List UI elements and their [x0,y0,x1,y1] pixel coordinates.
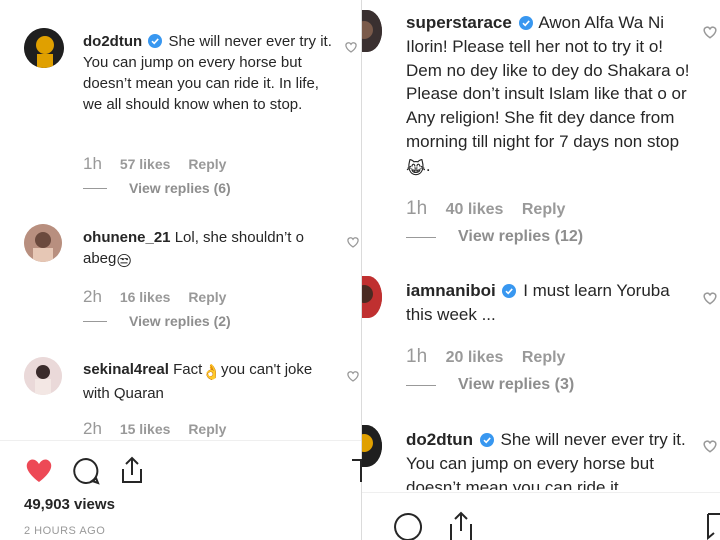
reply-button[interactable]: Reply [188,421,226,437]
comment-meta: 1h 57 likes Reply [83,154,240,174]
view-replies-label[interactable]: View replies (2) [129,313,231,329]
avatar[interactable] [24,357,62,395]
posted-time: 2 HOURS AGO [24,525,106,537]
replies-divider [406,384,436,386]
avatar[interactable] [362,10,382,52]
post-action-bar: 49,903 views 2 HOURS AGO [0,440,362,540]
replies-divider [406,236,436,238]
comment-username[interactable]: sekinal4real [83,361,169,378]
left-panel: do2dtun She will never ever try it. You … [0,0,362,540]
reply-button[interactable]: Reply [522,201,566,218]
verified-badge-icon [502,284,517,298]
heart-icon[interactable] [362,511,372,537]
like-heart-icon[interactable] [346,235,360,249]
like-heart-icon[interactable] [702,290,718,306]
comment-username[interactable]: iamnaniboi [406,281,496,300]
comment-time: 1h [406,198,428,219]
replies-divider [83,320,107,322]
post-action-bar [362,492,720,540]
view-replies[interactable]: View replies (6) [83,180,231,196]
replies-divider [83,187,107,189]
comment-text: do2dtun She will never ever try it. You … [406,428,691,490]
like-heart-icon[interactable] [344,40,358,54]
right-panel: superstarace Awon Alfa Wa Ni Ilorin! Ple… [362,0,720,540]
view-replies-label[interactable]: View replies (6) [129,180,231,196]
comment-username[interactable]: ohunene_21 [83,229,171,246]
comment-text: superstarace Awon Alfa Wa Ni Ilorin! Ple… [406,11,691,181]
like-heart-icon[interactable] [702,438,718,454]
view-replies[interactable]: View replies (3) [406,376,574,394]
like-heart-icon[interactable] [702,24,718,40]
reply-button[interactable]: Reply [522,349,566,366]
comment-text: sekinal4real Fact👌you can't joke with Qu… [83,359,338,404]
comment-meta: 1h 40 likes Reply [406,198,579,220]
comment-likes[interactable]: 57 likes [120,156,171,172]
reply-button[interactable]: Reply [188,289,226,305]
comment-meta: 2h 16 likes Reply [83,287,240,307]
comment-time: 1h [406,346,428,367]
share-icon[interactable] [118,455,146,485]
comment-meta: 1h 20 likes Reply [406,346,579,368]
comment-text: iamnaniboi I must learn Yoruba this week… [406,279,691,327]
comment-time: 2h [83,419,102,438]
comment-text: ohunene_21 Lol, she shouldn’t o abeg😒 [83,227,338,272]
views-count[interactable]: 49,903 views [24,496,115,513]
comment-text: do2dtun She will never ever try it. You … [83,31,338,115]
comment-username[interactable]: do2dtun [83,33,142,50]
view-replies[interactable]: View replies (12) [406,228,583,246]
avatar[interactable] [362,276,382,318]
ok-hand-emoji-icon: 👌 [202,364,221,381]
comment-username[interactable]: superstarace [406,13,512,32]
comment-likes[interactable]: 15 likes [120,421,171,437]
comment-username[interactable]: do2dtun [406,430,473,449]
comment-body: Fact [173,361,203,378]
avatar[interactable] [24,28,64,68]
comment-icon[interactable] [392,511,424,540]
comment-icon[interactable] [71,456,101,486]
comment-likes[interactable]: 20 likes [446,349,504,366]
cat-tears-emoji-icon: 😹 [406,158,426,178]
comment-meta: 2h 15 likes Reply [83,419,240,439]
heart-icon[interactable] [24,456,54,484]
like-heart-icon[interactable] [346,369,360,383]
bookmark-icon[interactable] [706,512,720,540]
verified-badge-icon [518,16,533,30]
comment-time: 2h [83,287,102,306]
comment-likes[interactable]: 16 likes [120,289,171,305]
bookmark-icon[interactable] [352,458,362,484]
view-replies-label[interactable]: View replies (3) [458,376,574,394]
comment-body: Awon Alfa Wa Ni Ilorin! Please tell her … [406,13,690,151]
view-replies-label[interactable]: View replies (12) [458,228,583,246]
reply-button[interactable]: Reply [188,156,226,172]
comment-time: 1h [83,154,102,173]
verified-badge-icon [479,433,494,447]
unamused-emoji-icon: 😒 [116,253,133,270]
view-replies[interactable]: View replies (2) [83,313,231,329]
comment-likes[interactable]: 40 likes [446,201,504,218]
avatar[interactable] [24,224,62,262]
share-icon[interactable] [446,509,476,540]
verified-badge-icon [148,34,163,48]
avatar[interactable] [362,425,382,467]
